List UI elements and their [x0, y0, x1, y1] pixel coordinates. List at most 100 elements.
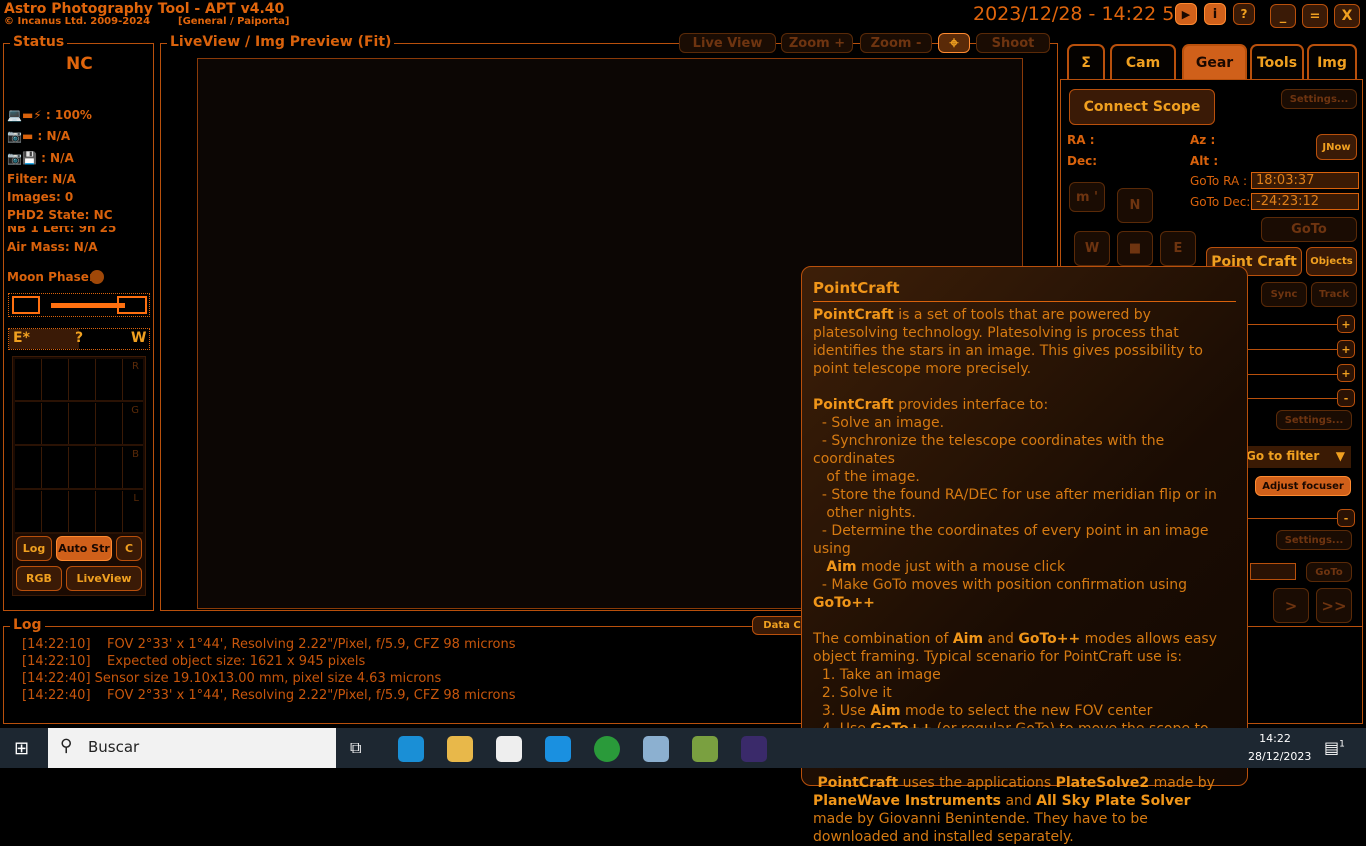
- tooltip-text: - Make GoTo moves with position confirma…: [813, 577, 1192, 593]
- jnow-button[interactable]: JNow: [1316, 134, 1357, 160]
- histogram-channel: B: [15, 447, 143, 490]
- edge-icon[interactable]: [398, 736, 424, 762]
- maximize-button[interactable]: =: [1302, 4, 1328, 28]
- expand-section-2[interactable]: +: [1337, 340, 1355, 358]
- meridian-indicator: E* ? W: [8, 328, 150, 350]
- info-button[interactable]: i: [1204, 3, 1226, 25]
- tooltip-text: mode to select the new FOV center: [900, 703, 1153, 719]
- log-line: [14:22:10] FOV 2°33' x 1°44', Resolving …: [22, 637, 516, 652]
- az-label: Az :: [1190, 133, 1216, 147]
- goto-button[interactable]: GoTo: [1261, 217, 1357, 242]
- expand-section-3[interactable]: +: [1337, 364, 1355, 382]
- tooltip-bold-text: Aim: [952, 631, 984, 647]
- minimize-button[interactable]: _: [1270, 4, 1296, 28]
- stellarium-icon[interactable]: [741, 736, 767, 762]
- tooltip-text: 3. Use: [813, 703, 871, 719]
- zoom-out-button[interactable]: Zoom -: [860, 33, 932, 53]
- auto-stretch-button[interactable]: Auto Str: [56, 536, 112, 561]
- tooltip-text: made by: [1149, 775, 1220, 791]
- east-button[interactable]: E: [1160, 231, 1196, 266]
- tab-tools[interactable]: Tools: [1250, 44, 1304, 80]
- tooltip-paragraph: 1. Take an image: [813, 666, 1236, 684]
- tab-gear[interactable]: Gear: [1182, 44, 1247, 80]
- expand-section-1[interactable]: +: [1337, 315, 1355, 333]
- filter-select[interactable]: Go to filter ▼: [1240, 446, 1351, 468]
- goto-small-button[interactable]: GoTo: [1306, 562, 1352, 582]
- c-button[interactable]: C: [116, 536, 142, 561]
- notepad-icon[interactable]: [692, 736, 718, 762]
- meridian-bar: [8, 293, 150, 317]
- north-button[interactable]: N: [1117, 188, 1153, 223]
- move-rate-button[interactable]: m ': [1069, 182, 1105, 212]
- search-placeholder: Buscar: [88, 738, 140, 756]
- channel-label: B: [132, 449, 139, 460]
- moon-phase-label: Moon Phase:: [7, 270, 94, 284]
- store-icon[interactable]: [496, 736, 522, 762]
- tab-img[interactable]: Img: [1307, 44, 1357, 80]
- moon-icon: [90, 270, 104, 284]
- adjust-focuser-button[interactable]: Adjust focuser: [1255, 476, 1351, 496]
- mail-icon[interactable]: [545, 736, 571, 762]
- clock-time[interactable]: 14:22: [1250, 732, 1300, 745]
- tooltip-text: and: [983, 631, 1019, 647]
- close-button[interactable]: X: [1334, 4, 1360, 28]
- tooltip-bold-text: Aim: [870, 703, 901, 719]
- track-button[interactable]: Track: [1311, 282, 1357, 307]
- next-button[interactable]: >: [1273, 588, 1309, 623]
- app-icon[interactable]: [594, 736, 620, 762]
- tab-cam[interactable]: Cam: [1110, 44, 1176, 80]
- log-button[interactable]: Log: [16, 536, 52, 561]
- ra-label: RA :: [1067, 133, 1095, 147]
- tooltip-paragraph: PointCraft uses the applications PlateSo…: [813, 774, 1236, 846]
- file-explorer-icon[interactable]: [447, 736, 473, 762]
- west-button[interactable]: W: [1074, 231, 1110, 266]
- camera-storage: : N/A: [41, 151, 74, 165]
- goto-dec-input[interactable]: -24:23:12: [1251, 193, 1359, 210]
- object-input[interactable]: [1250, 563, 1296, 580]
- tooltip-text: - Solve an image.: [813, 415, 945, 431]
- paint-icon[interactable]: [643, 736, 669, 762]
- unknown-label: ?: [75, 330, 84, 346]
- crosshair-button[interactable]: ⌖: [938, 33, 970, 53]
- clock-date[interactable]: 28/12/2023: [1248, 750, 1311, 763]
- zoom-in-button[interactable]: Zoom +: [781, 33, 853, 53]
- taskbar-search[interactable]: ⚲ Buscar: [48, 728, 336, 768]
- camera-connection: : N/A: [37, 129, 71, 143]
- sync-button[interactable]: Sync: [1261, 282, 1307, 307]
- tooltip-paragraph: - Determine the coordinates of every poi…: [813, 522, 1236, 576]
- collapse-section-5[interactable]: -: [1337, 509, 1355, 527]
- tooltip-bold-text: PointCraft: [813, 397, 894, 413]
- objects-button[interactable]: Objects: [1306, 247, 1357, 276]
- copyright: © Incanus Ltd. 2009-2024: [4, 16, 151, 27]
- focus-settings-button[interactable]: Settings...: [1276, 530, 1352, 550]
- windows-start-icon[interactable]: ⊞: [14, 738, 34, 759]
- shoot-button[interactable]: Shoot: [976, 33, 1050, 53]
- rgb-button[interactable]: RGB: [16, 566, 62, 591]
- stop-button[interactable]: ■: [1117, 231, 1153, 266]
- crosshair-icon: ⌖: [949, 33, 959, 52]
- live-view-button[interactable]: Live View: [679, 33, 776, 53]
- skip-button[interactable]: >>: [1316, 588, 1352, 623]
- app-title: Astro Photography Tool - APT v4.40: [4, 1, 285, 17]
- scope-settings-button[interactable]: Settings...: [1281, 89, 1357, 109]
- log-line: [14:22:10] Expected object size: 1621 x …: [22, 654, 366, 669]
- play-button[interactable]: ▶: [1175, 3, 1197, 25]
- goto-ra-input[interactable]: 18:03:37: [1251, 172, 1359, 189]
- camera-icon: 📷▬: [7, 129, 34, 143]
- tooltip-bold-text: GoTo++: [1018, 631, 1081, 647]
- notification-count: 1: [1339, 739, 1345, 750]
- tooltip-text: 1. Take an image: [813, 667, 941, 683]
- tooltip-paragraph: [813, 612, 1236, 630]
- tooltip-bold-text: PointCraft: [813, 307, 894, 323]
- preview-legend: LiveView / Img Preview (Fit): [167, 34, 395, 50]
- tab-σ[interactable]: Σ: [1067, 44, 1105, 80]
- filter-settings-button[interactable]: Settings...: [1276, 410, 1352, 430]
- connect-scope-button[interactable]: Connect Scope: [1069, 89, 1215, 125]
- help-button[interactable]: ?: [1233, 3, 1255, 25]
- notification-icon[interactable]: ▤1: [1324, 738, 1345, 757]
- collapse-section-4[interactable]: -: [1337, 389, 1355, 407]
- task-view-icon[interactable]: ⧉: [350, 738, 361, 758]
- pointcraft-tooltip: PointCraft PointCraft is a set of tools …: [801, 266, 1248, 845]
- log-line: [14:22:40] Sensor size 19.10x13.00 mm, p…: [22, 671, 442, 686]
- liveview-button[interactable]: LiveView: [66, 566, 142, 591]
